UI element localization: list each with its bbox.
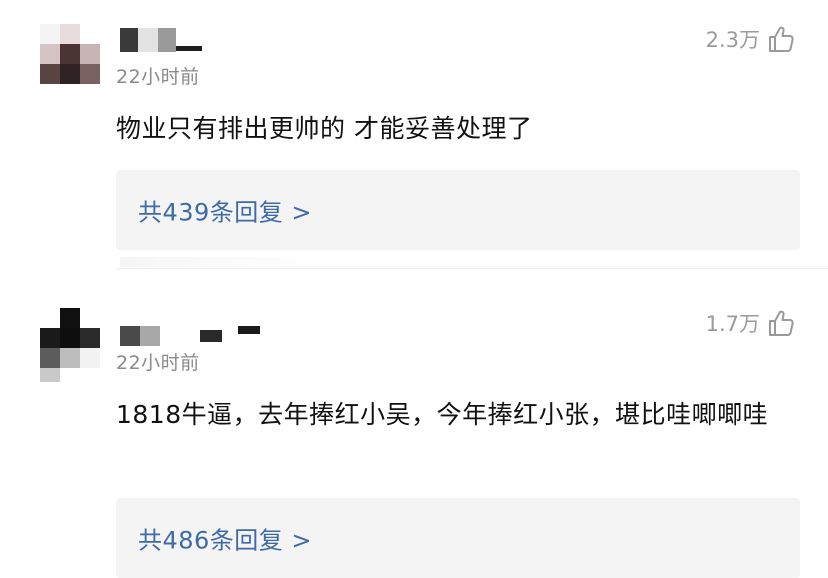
- avatar[interactable]: [40, 24, 102, 86]
- username[interactable]: [120, 28, 204, 52]
- comment-item: 22小时前 1.7万 1818牛逼，去年捧红小吴，今年捧红小张，堪比哇唧唧哇 共…: [0, 296, 828, 578]
- thumbs-up-icon: [768, 25, 794, 53]
- thumbs-up-icon: [768, 309, 794, 337]
- avatar[interactable]: [40, 308, 102, 382]
- view-replies-button[interactable]: 共486条回复 >: [116, 498, 800, 578]
- comment-text: 物业只有排出更帅的 才能妥善处理了: [116, 114, 533, 143]
- comment-item: 22小时前 2.3万 物业只有排出更帅的 才能妥善处理了 共439条回复 >: [0, 0, 828, 269]
- username[interactable]: [120, 326, 260, 350]
- comment-timestamp: 22小时前: [116, 66, 200, 88]
- view-replies-button[interactable]: 共439条回复 >: [116, 170, 800, 250]
- comment-text: 1818牛逼，去年捧红小吴，今年捧红小张，堪比哇唧唧哇: [116, 400, 769, 429]
- replies-count-link[interactable]: 共486条回复 >: [138, 521, 312, 556]
- divider-shadow: [120, 257, 330, 267]
- like-button[interactable]: 1.7万: [706, 308, 794, 338]
- like-button[interactable]: 2.3万: [706, 24, 794, 54]
- replies-count-link[interactable]: 共439条回复 >: [138, 193, 312, 228]
- divider: [116, 268, 828, 269]
- like-count: 2.3万: [705, 28, 760, 52]
- comment-timestamp: 22小时前: [116, 352, 200, 374]
- like-count: 1.7万: [705, 312, 760, 336]
